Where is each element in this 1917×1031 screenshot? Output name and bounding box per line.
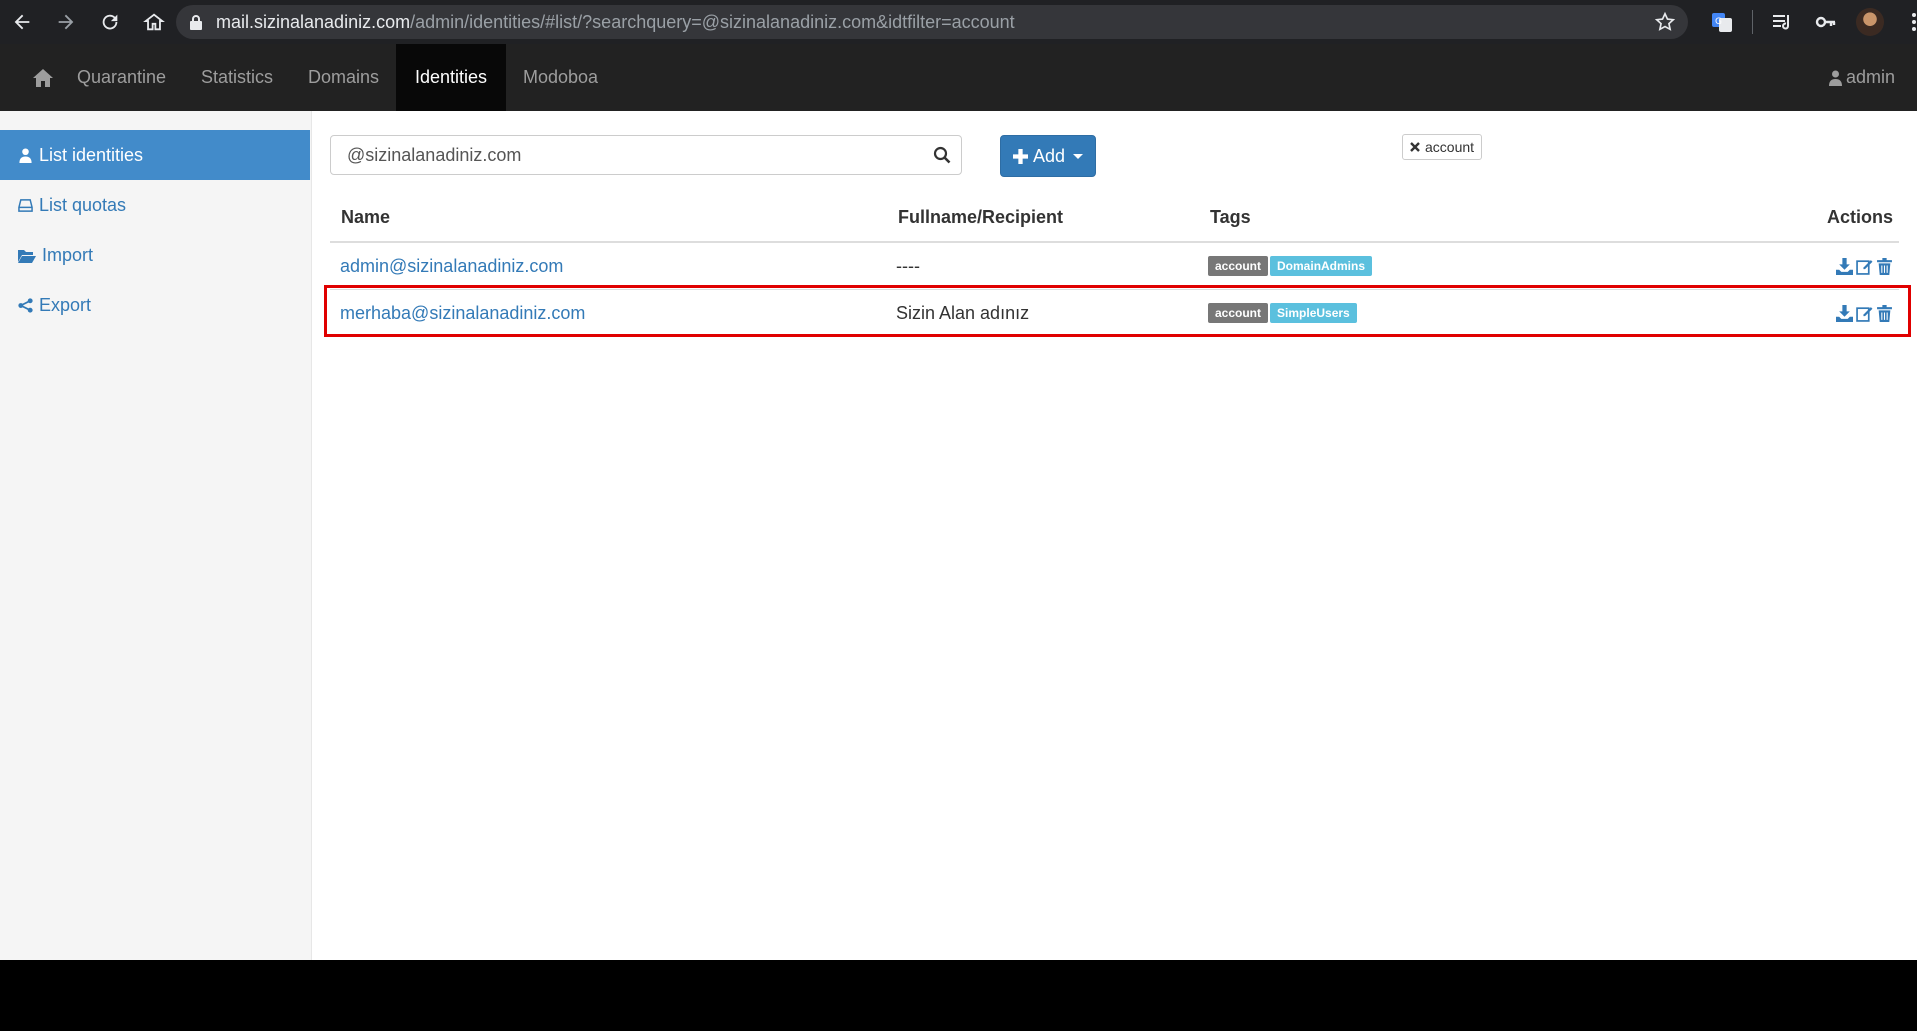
tag-badge: account — [1208, 303, 1269, 323]
main-content: Add account Name Fullname/Recipient Tags… — [312, 111, 1917, 960]
nav-identities[interactable]: Identities — [396, 44, 507, 111]
translate-icon[interactable]: G — [1700, 0, 1744, 44]
nav-quarantine[interactable]: Quarantine — [58, 44, 185, 111]
column-header-tags: Tags — [1210, 207, 1251, 227]
add-button-label: Add — [1032, 145, 1066, 166]
tag-badge: SimpleUsers — [1270, 303, 1357, 323]
table-row: admin@sizinalanadiniz.com ---- account D… — [330, 243, 1899, 289]
add-button[interactable]: Add — [1000, 135, 1096, 177]
bookmark-star-icon[interactable] — [1654, 11, 1676, 38]
toolbar-divider — [1744, 0, 1760, 44]
identity-fullname: Sizin Alan adınız — [896, 303, 1030, 323]
address-bar[interactable]: mail.sizinalanadiniz.com/admin/identitie… — [176, 5, 1688, 39]
sidebar-item-label: List identities — [39, 145, 144, 165]
page-body: List identities List quotas Import Expor… — [0, 111, 1917, 960]
close-icon[interactable] — [1410, 142, 1420, 152]
user-menu[interactable]: admin — [1828, 44, 1895, 111]
trash-icon[interactable] — [1876, 257, 1893, 275]
share-icon — [18, 297, 33, 313]
row-actions — [1836, 290, 1893, 336]
sidebar-item-label: List quotas — [39, 195, 127, 215]
reload-icon[interactable] — [88, 0, 132, 44]
back-icon[interactable] — [0, 0, 44, 44]
key-icon[interactable] — [1804, 0, 1848, 44]
sidebar-item-list-quotas[interactable]: List quotas — [0, 180, 310, 230]
nav-domains[interactable]: Domains — [289, 44, 398, 111]
search-icon[interactable] — [933, 146, 951, 169]
sidebar-item-export[interactable]: Export — [0, 280, 310, 330]
home-icon[interactable] — [132, 0, 176, 44]
edit-icon[interactable] — [1856, 258, 1873, 275]
table-row: merhaba@sizinalanadiniz.com Sizin Alan a… — [324, 285, 1911, 337]
identity-tags: account DomainAdmins — [1208, 243, 1373, 289]
download-icon[interactable] — [1836, 304, 1853, 322]
nav-modoboa[interactable]: Modoboa — [504, 44, 617, 111]
sidebar-item-label: Export — [39, 295, 92, 315]
browser-menu-icon[interactable] — [1892, 0, 1917, 44]
url-host: mail.sizinalanadiniz.com — [216, 11, 411, 32]
lock-icon — [176, 14, 216, 30]
sidebar-item-import[interactable]: Import — [0, 230, 310, 280]
folder-open-icon — [18, 249, 36, 263]
hdd-icon — [18, 198, 33, 212]
sidebar-item-label: Import — [42, 245, 94, 265]
chevron-down-icon — [1073, 153, 1084, 159]
url-path: /admin/identities/#list/?searchquery=@si… — [410, 11, 1015, 32]
browser-extensions: G — [1700, 0, 1917, 44]
media-control-icon[interactable] — [1760, 0, 1804, 44]
search-box — [330, 135, 962, 175]
user-icon — [19, 147, 32, 163]
download-icon[interactable] — [1836, 257, 1853, 275]
url-text: mail.sizinalanadiniz.com/admin/identitie… — [216, 12, 1015, 33]
edit-icon[interactable] — [1856, 305, 1873, 322]
tag-badge: DomainAdmins — [1270, 256, 1373, 276]
profile-avatar[interactable] — [1848, 0, 1892, 44]
sidebar-item-list-identities[interactable]: List identities — [0, 130, 310, 180]
identity-name-link[interactable]: merhaba@sizinalanadiniz.com — [340, 290, 585, 336]
column-header-actions: Actions — [1826, 207, 1893, 227]
identity-tags: account SimpleUsers — [1208, 290, 1357, 336]
svg-text:G: G — [1715, 17, 1722, 27]
filter-chip-account[interactable]: account — [1402, 134, 1483, 160]
identity-fullname: ---- — [896, 256, 920, 276]
column-header-name[interactable]: Name — [341, 207, 390, 228]
filter-chip-label: account — [1425, 139, 1475, 155]
user-icon — [1828, 70, 1842, 86]
row-actions — [1836, 243, 1893, 289]
user-name: admin — [1845, 67, 1895, 87]
trash-icon[interactable] — [1876, 304, 1893, 322]
sidebar: List identities List quotas Import Expor… — [0, 111, 312, 960]
search-input[interactable] — [331, 136, 911, 174]
plus-icon — [1012, 148, 1028, 164]
top-navbar: Quarantine Statistics Domains Identities… — [0, 44, 1917, 112]
forward-icon[interactable] — [44, 0, 88, 44]
identity-name-link[interactable]: admin@sizinalanadiniz.com — [340, 243, 563, 289]
nav-statistics[interactable]: Statistics — [182, 44, 292, 111]
tag-badge: account — [1208, 256, 1269, 276]
column-header-fullname[interactable]: Fullname/Recipient — [898, 207, 1063, 228]
